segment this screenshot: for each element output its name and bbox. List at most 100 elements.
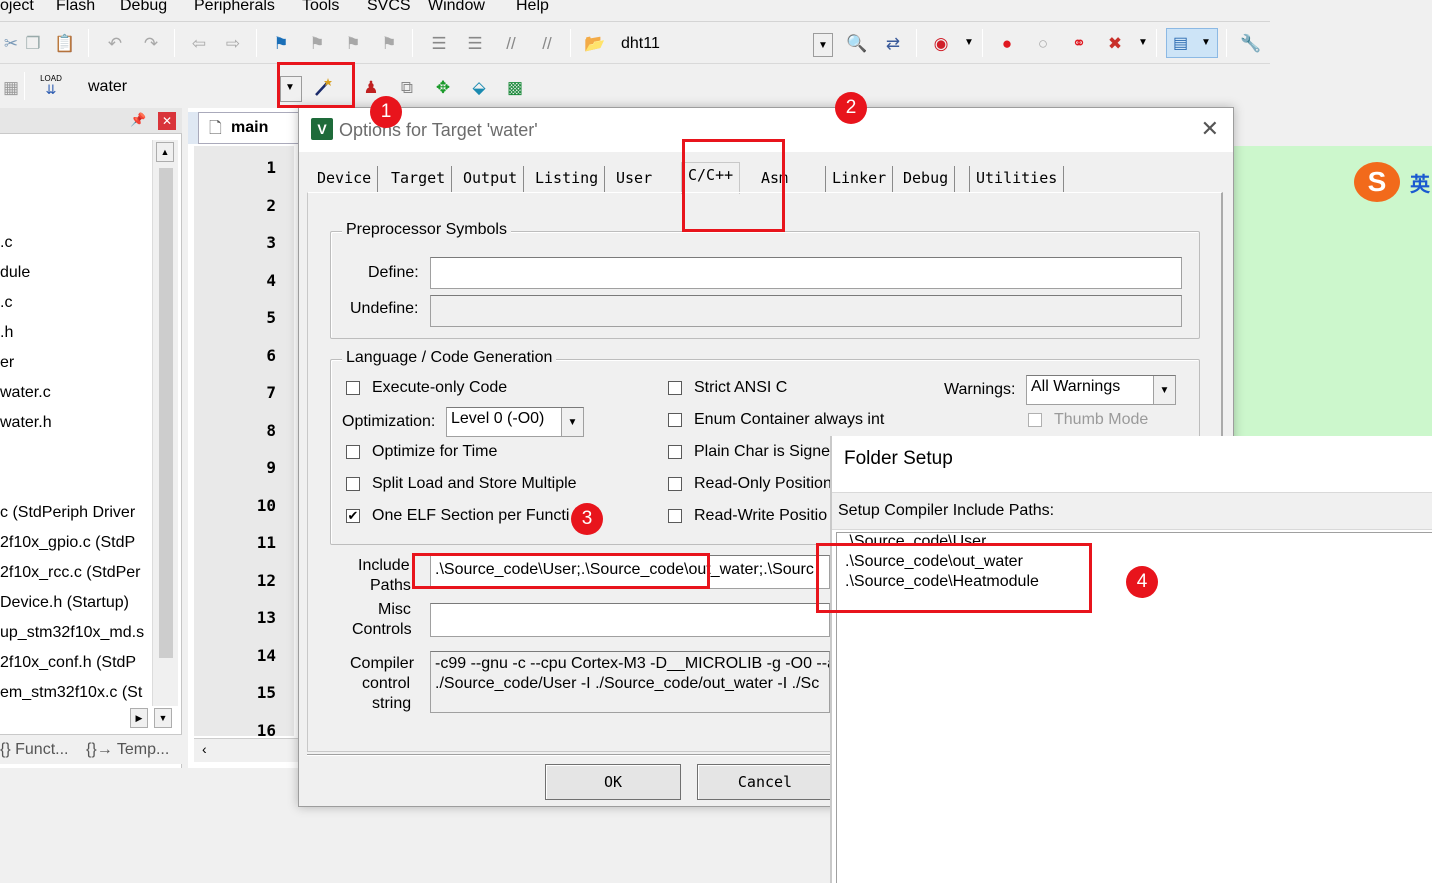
tab-output[interactable]: Output bbox=[457, 166, 525, 192]
tab-debug[interactable]: Debug bbox=[897, 166, 956, 192]
optimize-time-checkbox[interactable] bbox=[346, 445, 360, 459]
tree-item[interactable]: c (StdPeriph Driver bbox=[0, 504, 150, 522]
list-item[interactable]: .\Source_code\Heatmodule bbox=[845, 573, 1039, 591]
tab-linker[interactable]: Linker bbox=[825, 166, 894, 192]
uncomment-icon[interactable]: // bbox=[536, 32, 558, 54]
tab-user[interactable]: User bbox=[610, 166, 658, 192]
tree-item[interactable]: 2f10x_rcc.c (StdPer bbox=[0, 564, 150, 582]
tree-item[interactable]: .c bbox=[0, 234, 12, 252]
tree-scrollbar[interactable]: ▲ bbox=[152, 140, 178, 706]
batch-build-icon[interactable]: ▦ bbox=[0, 76, 22, 98]
breakpoint-icon[interactable]: ● bbox=[996, 32, 1018, 54]
editor-hscroll[interactable]: ‹ bbox=[194, 738, 300, 762]
tree-item[interactable]: 2f10x_conf.h (StdP bbox=[0, 654, 150, 672]
find-in-files-icon[interactable]: 📂 bbox=[584, 32, 606, 54]
close-icon[interactable]: ✕ bbox=[1201, 116, 1219, 142]
scroll-left-icon[interactable]: ‹ bbox=[202, 741, 207, 757]
include-paths-input[interactable]: .\Source_code\User;.\Source_code\out_wat… bbox=[430, 555, 830, 589]
tab-templates[interactable]: {}→ Temp... bbox=[86, 741, 169, 759]
tree-item[interactable]: water.h bbox=[0, 414, 52, 432]
one-elf-checkbox[interactable]: ✔ bbox=[346, 509, 360, 523]
rw-position-checkbox[interactable] bbox=[668, 509, 682, 523]
tab-target[interactable]: Target bbox=[385, 166, 453, 192]
select-software-packs-icon[interactable]: ⬙ bbox=[468, 76, 490, 98]
execute-only-checkbox[interactable] bbox=[346, 381, 360, 395]
menu-window[interactable]: Window bbox=[428, 0, 485, 15]
cut-icon[interactable]: ✂ bbox=[0, 32, 22, 54]
thumb-mode-checkbox[interactable] bbox=[1028, 413, 1042, 427]
options-for-target-icon[interactable] bbox=[312, 76, 334, 98]
window-layout-button[interactable]: ▤ ▼ bbox=[1166, 28, 1218, 58]
tree-item[interactable]: dule bbox=[0, 264, 30, 282]
pack-installer-icon[interactable]: ✥ bbox=[432, 76, 454, 98]
ime-language-label[interactable]: 英 bbox=[1410, 168, 1430, 197]
chevron-down-icon[interactable]: ▼ bbox=[813, 33, 833, 57]
manage-components-icon[interactable]: ♟ bbox=[360, 76, 382, 98]
next-bookmark-icon[interactable]: ⚑ bbox=[342, 32, 364, 54]
rte-icon[interactable]: ▩ bbox=[504, 76, 526, 98]
list-item[interactable]: .\Source_code\User bbox=[845, 533, 986, 545]
bookmark-icon[interactable]: ⚑ bbox=[270, 32, 292, 54]
nav-forward-icon[interactable]: ⇨ bbox=[222, 32, 244, 54]
split-load-checkbox[interactable] bbox=[346, 477, 360, 491]
close-icon[interactable]: ✕ bbox=[158, 112, 176, 130]
tree-item[interactable]: up_stm32f10x_md.s bbox=[0, 624, 150, 642]
scroll-down-icon[interactable]: ▼ bbox=[154, 708, 172, 728]
menu-project[interactable]: oject bbox=[0, 0, 34, 15]
misc-controls-input[interactable] bbox=[430, 603, 830, 637]
wrench-icon[interactable]: 🔧 bbox=[1240, 32, 1262, 54]
target-dropdown[interactable]: ▼ bbox=[280, 76, 302, 102]
chevron-down-icon[interactable]: ▼ bbox=[1132, 32, 1154, 54]
tree-item[interactable]: er bbox=[0, 354, 14, 372]
tree-item[interactable]: Device.h (Startup) bbox=[0, 594, 150, 612]
tab-c-cpp[interactable]: C/C++ bbox=[681, 162, 741, 194]
scroll-up-icon[interactable]: ▲ bbox=[156, 142, 174, 162]
tab-listing[interactable]: Listing bbox=[529, 166, 606, 192]
prev-bookmark-icon[interactable]: ⚑ bbox=[306, 32, 328, 54]
unindent-icon[interactable]: ☰ bbox=[464, 32, 486, 54]
tree-item[interactable]: 2f10x_gpio.c (StdP bbox=[0, 534, 150, 552]
pin-icon[interactable]: 📌 bbox=[130, 112, 146, 128]
ro-position-checkbox[interactable] bbox=[668, 477, 682, 491]
redo-icon[interactable]: ↷ bbox=[140, 32, 162, 54]
target-combo[interactable]: dht11 ▼ bbox=[616, 30, 834, 58]
indent-icon[interactable]: ☰ bbox=[428, 32, 450, 54]
optimization-select[interactable]: Level 0 (-O0) ▼ bbox=[446, 407, 584, 437]
file-extensions-icon[interactable]: ⧉ bbox=[396, 76, 418, 98]
clear-bookmarks-icon[interactable]: ⚑ bbox=[378, 32, 400, 54]
cancel-button[interactable]: Cancel bbox=[697, 764, 833, 800]
paste-icon[interactable]: 📋 bbox=[54, 32, 76, 54]
tab-asm[interactable]: Asm bbox=[755, 166, 821, 192]
menu-tools[interactable]: Tools bbox=[302, 0, 339, 15]
kill-breakpoints-icon[interactable]: ✖ bbox=[1104, 32, 1126, 54]
editor-tab[interactable]: main 🗋 bbox=[198, 112, 300, 144]
find-icon[interactable]: 🔍 bbox=[846, 32, 868, 54]
nav-back-icon[interactable]: ⇦ bbox=[188, 32, 210, 54]
chevron-down-icon[interactable]: ▼ bbox=[958, 32, 980, 54]
disable-all-breakpoints-icon[interactable]: ⚭ bbox=[1068, 32, 1090, 54]
plain-char-checkbox[interactable] bbox=[668, 445, 682, 459]
menu-peripherals[interactable]: Peripherals bbox=[194, 0, 275, 15]
ok-button[interactable]: OK bbox=[545, 764, 681, 800]
tree-item[interactable]: .h bbox=[0, 324, 13, 342]
undefine-input[interactable] bbox=[430, 295, 1182, 327]
incremental-find-icon[interactable]: ⇄ bbox=[882, 32, 904, 54]
strict-ansi-checkbox[interactable] bbox=[668, 381, 682, 395]
debug-session-icon[interactable]: ◉ bbox=[930, 32, 952, 54]
project-target-combo[interactable]: water bbox=[76, 76, 266, 100]
tree-item[interactable]: .c bbox=[0, 294, 12, 312]
menu-svcs[interactable]: SVCS bbox=[367, 0, 411, 15]
tree-item[interactable]: em_stm32f10x.c (St bbox=[0, 684, 150, 702]
scroll-thumb[interactable] bbox=[159, 168, 173, 658]
scroll-right-icon[interactable]: ▶ bbox=[130, 708, 148, 728]
warnings-select[interactable]: All Warnings ▼ bbox=[1026, 375, 1176, 405]
tab-device[interactable]: Device bbox=[311, 166, 379, 192]
menu-flash[interactable]: Flash bbox=[56, 0, 95, 15]
copy-icon[interactable]: ❐ bbox=[22, 32, 44, 54]
undo-icon[interactable]: ↶ bbox=[104, 32, 126, 54]
download-icon[interactable]: LOAD ⇊ bbox=[38, 74, 64, 96]
enum-container-checkbox[interactable] bbox=[668, 413, 682, 427]
compiler-control-string[interactable]: -c99 --gnu -c --cpu Cortex-M3 -D__MICROL… bbox=[430, 651, 830, 713]
tab-utilities[interactable]: Utilities bbox=[969, 166, 1065, 192]
list-item[interactable]: .\Source_code\out_water bbox=[845, 553, 1023, 571]
